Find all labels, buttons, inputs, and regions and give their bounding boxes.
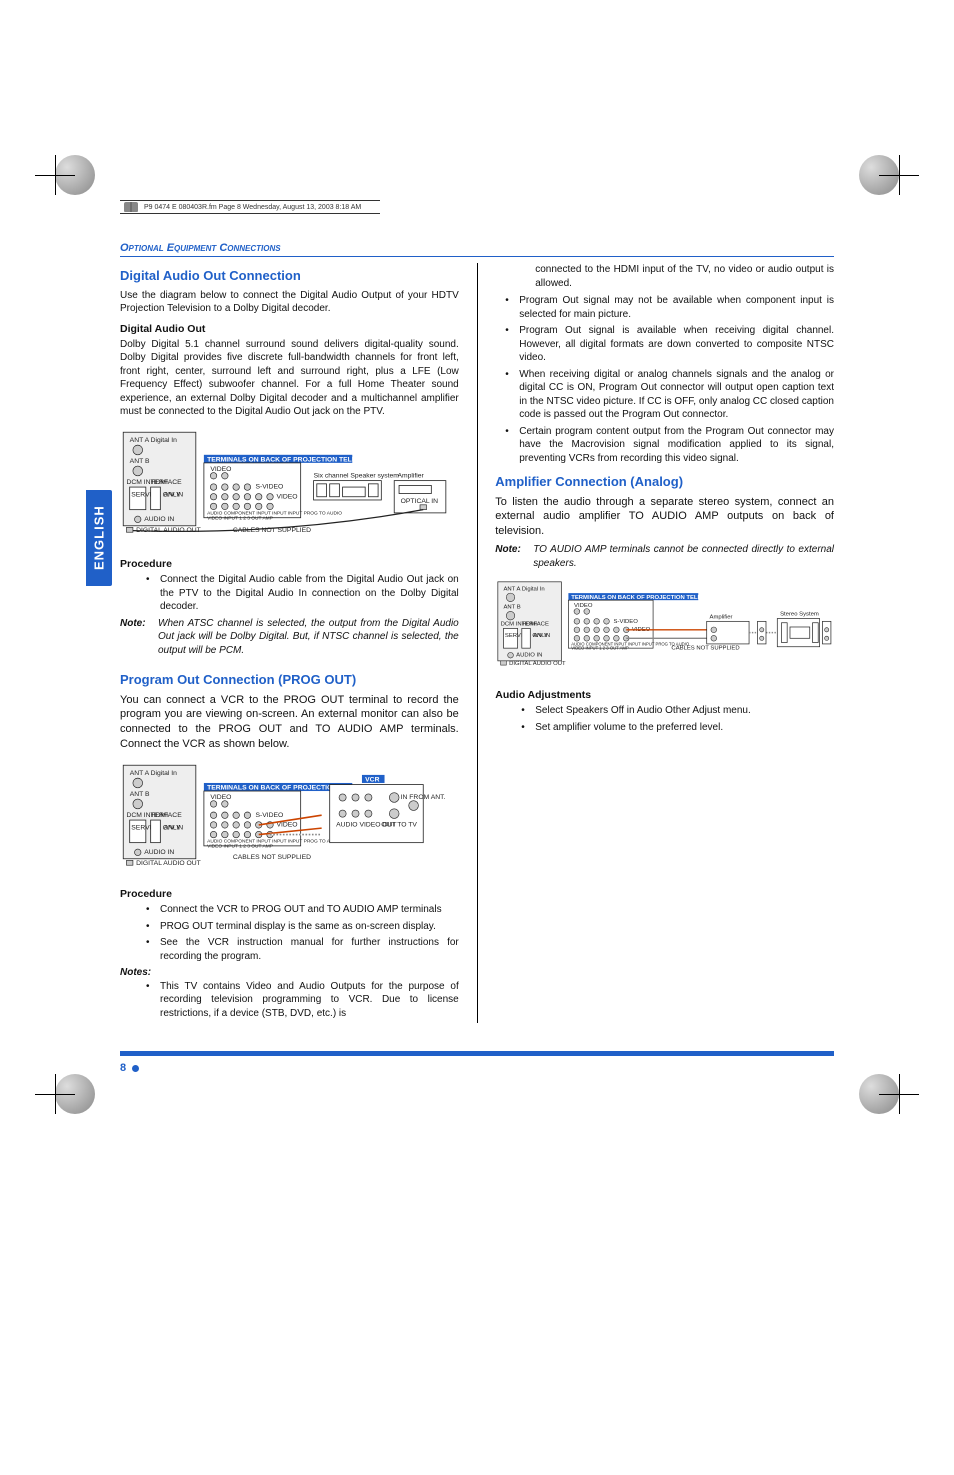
running-header-text: P9 0474 E 080403R.fm Page 8 Wednesday, A… (144, 204, 361, 211)
svg-text:VIDEO INPUT 1 2: VIDEO INPUT 1 2 3 OUT AMP (207, 843, 273, 849)
svg-text:A/V IN: A/V IN (164, 491, 184, 498)
svg-text:DIGITAL AUDIO OUT: DIGITAL AUDIO OUT (136, 860, 201, 867)
column-divider (477, 263, 478, 1023)
paragraph: Dolby Digital 5.1 channel surround sound… (120, 338, 459, 419)
notes-list: This TV contains Video and Audio Outputs… (120, 980, 459, 1021)
heading-digital-audio-out-connection: Digital Audio Out Connection (120, 267, 459, 285)
svg-text:VIDEO: VIDEO (210, 466, 231, 473)
heading-prog-out-connection: Program Out Connection (PROG OUT) (120, 671, 459, 689)
svg-text:VIDEO INPUT 1 2: VIDEO INPUT 1 2 3 OUT AMP (571, 646, 629, 651)
note-text: When ATSC channel is selected, the outpu… (158, 617, 459, 658)
svg-text:VCR: VCR (365, 776, 379, 783)
svg-text:ANT A Digital In: ANT A Digital In (504, 586, 545, 592)
svg-text:CABLES NOT SUPPLIED: CABLES NOT SUPPLIED (233, 854, 311, 861)
svg-text:DIGITAL AUDIO OUT: DIGITAL AUDIO OUT (509, 661, 566, 667)
svg-text:S-VIDEO: S-VIDEO (614, 619, 639, 625)
note: Note: When ATSC channel is selected, the… (120, 617, 459, 658)
svg-text:VIDEO: VIDEO (276, 822, 297, 829)
svg-text:ANT B: ANT B (130, 791, 150, 798)
book-icon (124, 202, 138, 212)
svg-text:HDMI: HDMI (151, 812, 168, 819)
list-item: Select Speakers Off in Audio Other Adjus… (521, 704, 834, 718)
svg-text:Amplifier: Amplifier (710, 615, 733, 621)
svg-text:VIDEO: VIDEO (210, 794, 231, 801)
svg-text:AUDIO IN: AUDIO IN (516, 653, 542, 659)
note-label: Note: (120, 617, 152, 658)
heading-digital-audio-out: Digital Audio Out (120, 322, 459, 336)
right-column: connected to the HDMI input of the TV, n… (495, 263, 834, 1023)
diagram-digital-audio-out: ANT A Digital In ANT B DCM INTERFACE SER… (120, 429, 459, 539)
svg-text:CABLES NOT SUPPLIED: CABLES NOT SUPPLIED (672, 646, 740, 652)
paragraph: To listen the audio through a separate s… (495, 495, 834, 540)
svg-text:ANT B: ANT B (504, 605, 521, 611)
list-item: Program Out signal may not be available … (495, 294, 834, 321)
notes-list-continued: Program Out signal may not be available … (495, 294, 834, 465)
svg-text:AUDIO IN: AUDIO IN (144, 849, 174, 856)
left-column: Digital Audio Out Connection Use the dia… (120, 263, 459, 1023)
svg-text:IN FROM ANT.: IN FROM ANT. (401, 794, 446, 801)
footer-rule (120, 1051, 834, 1056)
list-item: PROG OUT terminal display is the same as… (146, 920, 459, 934)
list-item: Connect the Digital Audio cable from the… (146, 573, 459, 614)
page-dot-icon (132, 1065, 139, 1072)
running-header: P9 0474 E 080403R.fm Page 8 Wednesday, A… (120, 200, 380, 214)
page-number-value: 8 (120, 1062, 126, 1074)
diagram-prog-out: ANT A Digital In ANT B DCM INTERFACE SER… (120, 762, 459, 868)
list-item: See the VCR instruction manual for furth… (146, 936, 459, 963)
svg-text:Amplifier: Amplifier (397, 472, 424, 479)
list-item: When receiving digital or analog channel… (495, 368, 834, 422)
note: Note: TO AUDIO AMP terminals cannot be c… (495, 543, 834, 570)
svg-text:Six channel Speaker system: Six channel Speaker system (314, 472, 400, 479)
language-tab: ENGLISH (86, 490, 112, 586)
note-text: TO AUDIO AMP terminals cannot be connect… (533, 543, 834, 570)
list-item: This TV contains Video and Audio Outputs… (146, 980, 459, 1021)
svg-text:ANT A Digital In: ANT A Digital In (130, 437, 177, 444)
svg-text:A/V IN: A/V IN (533, 633, 550, 639)
svg-text:S-VIDEO: S-VIDEO (256, 812, 284, 819)
svg-text:VIDEO: VIDEO (276, 493, 297, 500)
svg-text:VIDEO: VIDEO (574, 603, 593, 609)
section-title: Optional Equipment Connections (120, 242, 834, 257)
svg-text:ANT A Digital In: ANT A Digital In (130, 770, 177, 777)
svg-text:AUDIO IN: AUDIO IN (144, 516, 174, 523)
heading-procedure: Procedure (120, 887, 459, 901)
list-item: Connect the VCR to PROG OUT and TO AUDIO… (146, 903, 459, 917)
page-number: 8 (120, 1062, 834, 1074)
svg-text:A/V IN: A/V IN (164, 825, 184, 832)
paragraph: You can connect a VCR to the PROG OUT te… (120, 693, 459, 752)
audio-adjustments-list: Select Speakers Off in Audio Other Adjus… (495, 704, 834, 734)
svg-text:HDMI: HDMI (522, 622, 537, 628)
svg-text:HDMI: HDMI (151, 479, 168, 486)
svg-text:ANT B: ANT B (130, 458, 150, 465)
svg-text:OUT TO TV: OUT TO TV (381, 822, 417, 829)
page: P9 0474 E 080403R.fm Page 8 Wednesday, A… (0, 0, 954, 1214)
paragraph-continuation: connected to the HDMI input of the TV, n… (495, 263, 834, 290)
heading-audio-adjustments: Audio Adjustments (495, 688, 834, 702)
notes-label: Notes: (120, 966, 459, 980)
paragraph: Use the diagram below to connect the Dig… (120, 289, 459, 316)
procedure-list: Connect the Digital Audio cable from the… (120, 573, 459, 614)
list-item: Set amplifier volume to the preferred le… (521, 721, 834, 735)
note-label: Note: (495, 543, 527, 570)
heading-procedure: Procedure (120, 557, 459, 571)
svg-text:S-VIDEO: S-VIDEO (256, 483, 284, 490)
heading-amplifier-connection: Amplifier Connection (Analog) (495, 473, 834, 491)
svg-text:OPTICAL IN: OPTICAL IN (401, 498, 438, 505)
list-item: Certain program content output from the … (495, 425, 834, 466)
diagram-amplifier-connection: ANT A Digital In ANT B DCM INTERFACE SER… (495, 579, 834, 669)
svg-text:VIDEO INPUT 1 2: VIDEO INPUT 1 2 3 OUT AMP (207, 515, 273, 521)
svg-text:TERMINALS ON BACK OF PROJECTIO: TERMINALS ON BACK OF PROJECTION TELEVISI… (207, 456, 379, 463)
svg-text:Stereo System: Stereo System (780, 612, 819, 618)
content-columns: Digital Audio Out Connection Use the dia… (120, 263, 834, 1023)
svg-text:CABLES NOT SUPPLIED: CABLES NOT SUPPLIED (233, 527, 311, 534)
list-item: Program Out signal is available when rec… (495, 324, 834, 365)
procedure-list: Connect the VCR to PROG OUT and TO AUDIO… (120, 903, 459, 963)
